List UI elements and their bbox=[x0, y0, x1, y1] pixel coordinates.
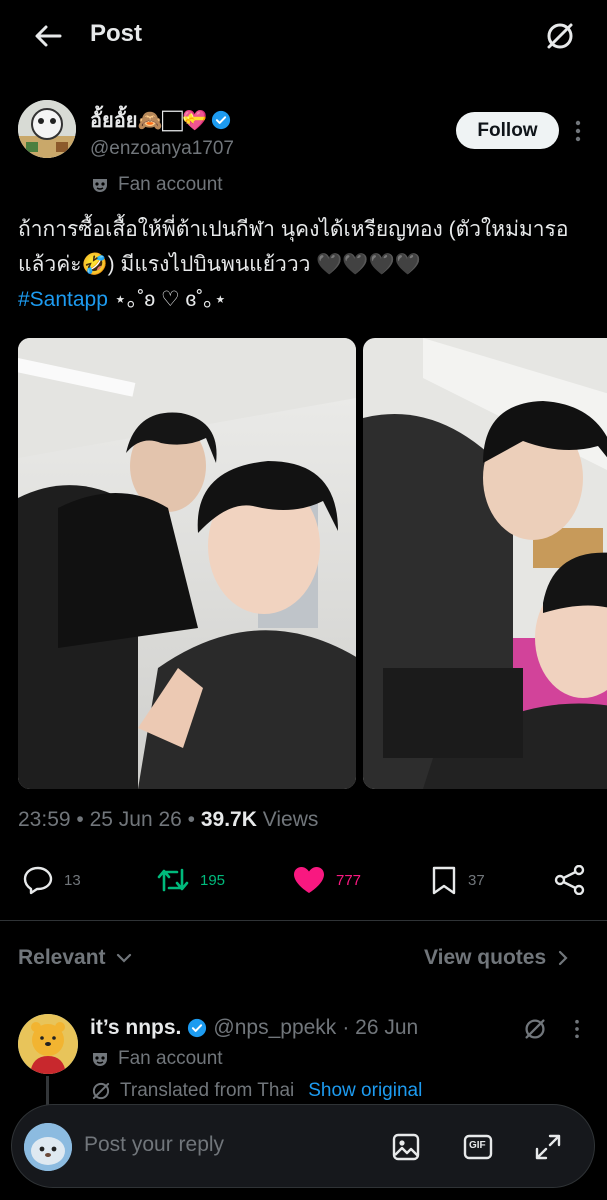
repost-button[interactable]: 195 bbox=[156, 858, 225, 902]
translated-text: Translated from Thai bbox=[120, 1080, 295, 1101]
heart-icon bbox=[294, 867, 324, 893]
translation-notice: Translated from Thai Show original bbox=[90, 1080, 422, 1102]
view-quotes-label: View quotes bbox=[424, 946, 547, 969]
verified-badge-icon bbox=[188, 1018, 207, 1038]
reply-item[interactable]: it’s nnps. @nps_ppekk · 26 Jun Fan accou… bbox=[18, 1014, 598, 1116]
fan-account-label: Fan account bbox=[90, 174, 223, 196]
grok-icon[interactable] bbox=[540, 18, 580, 54]
sort-relevant-label: Relevant bbox=[18, 946, 106, 969]
bookmark-icon bbox=[432, 866, 456, 895]
grok-icon bbox=[92, 1082, 110, 1100]
bookmark-button[interactable]: 37 bbox=[430, 858, 485, 902]
reply-date: · 26 Jun bbox=[342, 1016, 419, 1039]
chevron-down-icon bbox=[116, 953, 131, 963]
grok-icon[interactable] bbox=[522, 1016, 552, 1042]
reply-avatar[interactable] bbox=[18, 1014, 78, 1074]
replies-sort-row: Relevant View quotes bbox=[0, 940, 607, 980]
action-bar: 13 195 777 37 bbox=[0, 858, 607, 902]
gif-icon[interactable]: GIF bbox=[462, 1131, 494, 1163]
reply-button[interactable]: 13 bbox=[22, 858, 81, 902]
reply-input[interactable]: Post your reply bbox=[84, 1133, 224, 1157]
post-text: ถ้าการซื้อเสื้อให้พี่ต้าเปนกีฬา นุคงได้เ… bbox=[18, 212, 598, 317]
author-avatar[interactable] bbox=[18, 100, 76, 158]
like-count: 777 bbox=[336, 871, 362, 889]
reply-fan-account-text: Fan account bbox=[118, 1048, 223, 1069]
verified-badge-icon bbox=[212, 110, 231, 130]
views-count: 39.7K bbox=[200, 808, 257, 831]
post-time: 23:59 • 25 Jun 26 • bbox=[18, 808, 201, 831]
share-icon bbox=[554, 865, 585, 895]
mask-icon bbox=[93, 1053, 107, 1066]
reply-count: 13 bbox=[64, 871, 81, 889]
views-label: Views bbox=[256, 808, 319, 831]
reply-fan-account-label: Fan account bbox=[90, 1048, 223, 1070]
author-name[interactable]: อั้ยอั้ย🙈🏻💝 bbox=[90, 104, 231, 136]
gif-label: GIF bbox=[469, 1140, 486, 1151]
author-handle[interactable]: @enzoanya1707 bbox=[90, 138, 234, 160]
reply-author-handle[interactable]: @nps_ppekk bbox=[213, 1016, 336, 1040]
post-photo-1[interactable] bbox=[18, 338, 356, 789]
hashtag-link[interactable]: #Santapp bbox=[18, 288, 108, 311]
bookmark-count: 37 bbox=[468, 871, 485, 889]
chevron-right-icon bbox=[559, 950, 568, 966]
reply-icon bbox=[23, 866, 53, 895]
page-title: Post bbox=[90, 20, 143, 47]
more-options-icon[interactable] bbox=[570, 1016, 584, 1042]
post-media bbox=[18, 338, 607, 789]
mask-icon bbox=[93, 179, 107, 192]
repost-count: 195 bbox=[200, 871, 226, 889]
sort-relevant-dropdown[interactable]: Relevant bbox=[18, 946, 132, 970]
show-original-link[interactable]: Show original bbox=[308, 1080, 422, 1102]
post-timestamp: 23:59 • 25 Jun 26 • 39.7K Views bbox=[18, 808, 318, 832]
post-text-tail: ⋆｡˚ʚ ♡ ɞ˚｡⋆ bbox=[107, 288, 227, 311]
top-bar: Post bbox=[0, 0, 607, 72]
post-author: อั้ยอั้ย🙈🏻💝 @enzoanya1707 Follow Fan acc… bbox=[18, 100, 598, 210]
user-avatar bbox=[24, 1123, 72, 1171]
share-button[interactable] bbox=[553, 858, 587, 902]
expand-icon[interactable] bbox=[532, 1131, 564, 1163]
post-text-main: ถ้าการซื้อเสื้อให้พี่ต้าเปนกีฬา นุคงได้เ… bbox=[18, 218, 569, 276]
like-button[interactable]: 777 bbox=[292, 858, 361, 902]
reply-composer[interactable]: Post your reply GIF bbox=[11, 1104, 595, 1188]
fan-account-text: Fan account bbox=[118, 174, 223, 195]
more-options-icon[interactable] bbox=[568, 118, 588, 144]
reply-header: it’s nnps. @nps_ppekk · 26 Jun bbox=[90, 1016, 418, 1040]
reply-author-name[interactable]: it’s nnps. bbox=[90, 1016, 181, 1040]
image-icon[interactable] bbox=[390, 1131, 422, 1163]
divider bbox=[0, 920, 607, 921]
author-name-text: อั้ยอั้ย🙈🏻💝 bbox=[90, 110, 208, 132]
post-photo-2[interactable] bbox=[363, 338, 607, 789]
view-quotes-link[interactable]: View quotes bbox=[424, 946, 568, 970]
back-arrow-icon[interactable] bbox=[30, 20, 66, 52]
follow-button[interactable]: Follow bbox=[456, 112, 559, 149]
repost-icon bbox=[157, 868, 189, 892]
